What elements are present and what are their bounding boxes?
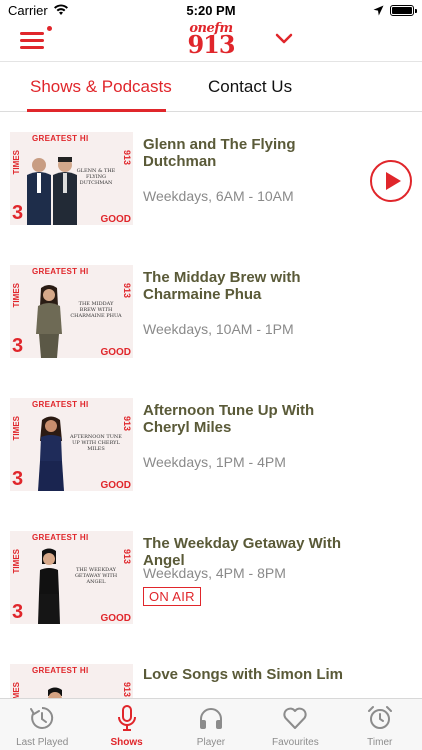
show-title: The Weekday Getaway With Angel	[143, 535, 341, 569]
thumbnail-caption: GLENN & THE FLYING DUTCHMAN	[76, 168, 116, 186]
app-header: onefm 913	[0, 20, 422, 62]
thumbnail-bottom-right-text: GOOD	[100, 347, 131, 358]
show-thumbnail: GREATEST HI TIMES 913 3 GOOD AFTERNOON T…	[10, 398, 133, 491]
show-thumbnail: GREATEST HI TIMES 913 3 GOOD THE WEEKDAY…	[10, 531, 133, 624]
host-photo	[38, 416, 64, 491]
show-title: Glenn and The Flying Dutchman	[143, 136, 296, 170]
tab-timer[interactable]: Timer	[338, 699, 422, 750]
show-title: The Midday Brew with Charmaine Phua	[143, 269, 301, 303]
tab-player[interactable]: Player	[169, 699, 253, 750]
thumbnail-top-text: GREATEST HI	[32, 267, 89, 276]
show-title: Love Songs with Simon Lim	[143, 666, 344, 683]
thumbnail-caption: THE WEEKDAY GETAWAY WITH ANGEL	[74, 567, 118, 585]
top-tabs: Shows & Podcasts Contact Us	[0, 62, 422, 112]
station-logo: onefm 913	[183, 22, 239, 60]
host-photo	[48, 687, 62, 698]
tab-favourites[interactable]: Favourites	[253, 699, 337, 750]
thumbnail-left-text: TIMES	[12, 283, 21, 308]
hamburger-icon-bar	[20, 39, 44, 42]
thumbnail-bottom-right-text: GOOD	[100, 613, 131, 624]
thumbnail-left-text: TIMES	[12, 682, 21, 698]
thumbnail-bottom-left-text: 3	[12, 468, 24, 490]
host-photo	[36, 285, 62, 358]
heart-icon	[283, 707, 307, 729]
history-icon	[30, 706, 54, 729]
show-thumbnail: GREATEST HI TIMES 913	[10, 664, 133, 698]
hamburger-icon	[20, 32, 44, 35]
alarm-clock-icon	[367, 706, 392, 729]
thumbnail-right-text: 913	[122, 283, 132, 299]
thumbnail-bottom-right-text: GOOD	[100, 480, 131, 491]
show-time: Weekdays, 4PM - 8PM	[143, 565, 286, 581]
thumbnail-top-text: GREATEST HI	[32, 533, 89, 542]
host-photo	[53, 157, 77, 225]
microphone-icon	[117, 705, 136, 731]
list-item[interactable]: GREATEST HI TIMES 913 3 GOOD AFTERNOON T…	[0, 378, 422, 511]
show-time: Weekdays, 6AM - 10AM	[143, 188, 294, 204]
thumbnail-bottom-right-text: GOOD	[100, 214, 131, 225]
status-time: 5:20 PM	[186, 2, 236, 18]
host-photo	[38, 548, 60, 624]
thumbnail-caption: AFTERNOON TUNE UP WITH CHERYL MILES	[70, 434, 122, 452]
play-button[interactable]	[370, 160, 412, 202]
thumbnail-right-text: 913	[122, 682, 132, 698]
headphones-icon	[199, 708, 222, 729]
show-list: GREATEST HI TIMES 913 3 GOOD GLENN & THE…	[0, 112, 422, 698]
bottom-tab-bar: Last Played Shows Player Favourites Time…	[0, 698, 422, 750]
thumbnail-top-text: GREATEST HI	[32, 134, 89, 143]
tab-label: Favourites	[272, 737, 319, 748]
notification-dot	[47, 26, 52, 31]
show-title: Afternoon Tune Up With Cheryl Miles	[143, 402, 315, 436]
tab-label: Shows	[110, 737, 143, 748]
status-bar: Carrier 5:20 PM	[0, 0, 422, 20]
tab-last-played[interactable]: Last Played	[0, 699, 84, 750]
thumbnail-left-text: TIMES	[12, 549, 21, 574]
show-time: Weekdays, 10AM - 1PM	[143, 321, 294, 337]
thumbnail-caption: THE MIDDAY BREW WITH CHARMAINE PHUA	[70, 301, 122, 319]
list-item[interactable]: GREATEST HI TIMES 913 Love Songs with Si…	[0, 644, 422, 698]
list-item[interactable]: GREATEST HI TIMES 913 3 GOOD THE WEEKDAY…	[0, 511, 422, 644]
list-item[interactable]: GREATEST HI TIMES 913 3 GOOD THE MIDDAY …	[0, 245, 422, 378]
battery-icon	[390, 4, 417, 16]
thumbnail-bottom-left-text: 3	[12, 335, 24, 357]
logo-bottom-text: 913	[187, 30, 235, 59]
tab-label: Timer	[367, 737, 393, 748]
thumbnail-left-text: TIMES	[12, 416, 21, 441]
tab-label: Last Played	[16, 737, 69, 748]
thumbnail-top-text: GREATEST HI	[32, 666, 89, 675]
list-item[interactable]: GREATEST HI TIMES 913 3 GOOD GLENN & THE…	[0, 112, 422, 245]
hamburger-icon-bar	[20, 46, 44, 49]
thumbnail-top-text: GREATEST HI	[32, 400, 89, 409]
tab-shows-podcasts[interactable]: Shows & Podcasts	[0, 62, 200, 112]
thumbnail-right-text: 913	[122, 549, 132, 565]
menu-button[interactable]	[20, 26, 52, 52]
show-thumbnail: GREATEST HI TIMES 913 3 GOOD GLENN & THE…	[10, 132, 133, 225]
thumbnail-left-text: TIMES	[12, 150, 21, 175]
thumbnail-bottom-left-text: 3	[12, 202, 24, 224]
show-thumbnail: GREATEST HI TIMES 913 3 GOOD THE MIDDAY …	[10, 265, 133, 358]
thumbnail-bottom-left-text: 3	[12, 601, 24, 623]
tab-shows[interactable]: Shows	[84, 699, 168, 750]
show-time: Weekdays, 1PM - 4PM	[143, 454, 286, 470]
chevron-down-icon	[275, 33, 293, 44]
on-air-badge: ON AIR	[143, 587, 201, 606]
tab-label: Player	[196, 737, 226, 748]
thumbnail-right-text: 913	[122, 416, 132, 432]
thumbnail-right-text: 913	[122, 150, 132, 166]
station-dropdown-button[interactable]	[273, 28, 295, 50]
tab-contact-us[interactable]: Contact Us	[200, 62, 292, 112]
